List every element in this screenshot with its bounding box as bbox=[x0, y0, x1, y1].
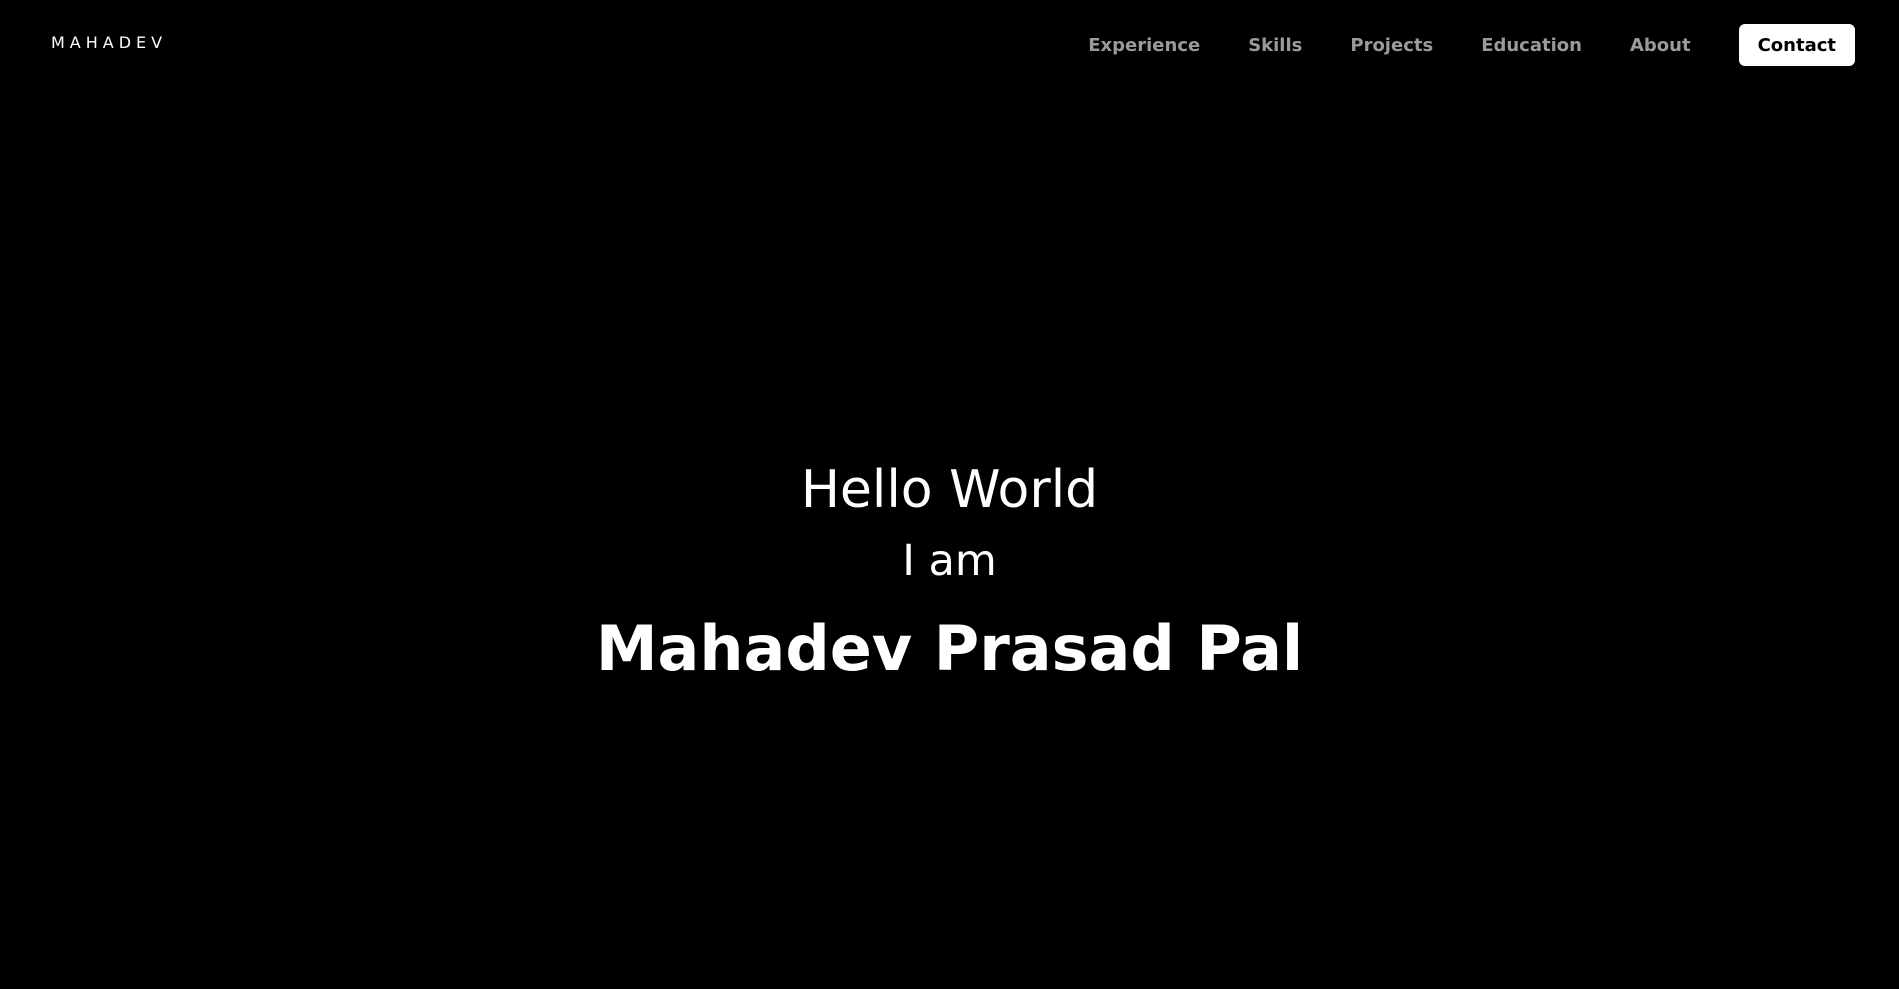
nav-link-about[interactable]: About bbox=[1630, 35, 1691, 56]
nav-link-education[interactable]: Education bbox=[1481, 35, 1582, 56]
site-logo[interactable]: MAHADEV bbox=[51, 34, 167, 52]
hero-greeting: Hello World bbox=[800, 460, 1099, 520]
nav-link-projects[interactable]: Projects bbox=[1350, 35, 1433, 56]
contact-button[interactable]: Contact bbox=[1738, 24, 1855, 66]
nav-link-experience[interactable]: Experience bbox=[1088, 35, 1200, 56]
main-nav: Experience Skills Projects Education Abo… bbox=[1088, 24, 1855, 66]
site-header: MAHADEV Experience Skills Projects Educa… bbox=[0, 0, 1899, 90]
hero-intro: I am bbox=[902, 536, 997, 586]
hero-section: Hello World I am Mahadev Prasad Pal bbox=[0, 455, 1899, 691]
hero-name: Mahadev Prasad Pal bbox=[595, 612, 1304, 685]
nav-link-skills[interactable]: Skills bbox=[1248, 35, 1302, 56]
